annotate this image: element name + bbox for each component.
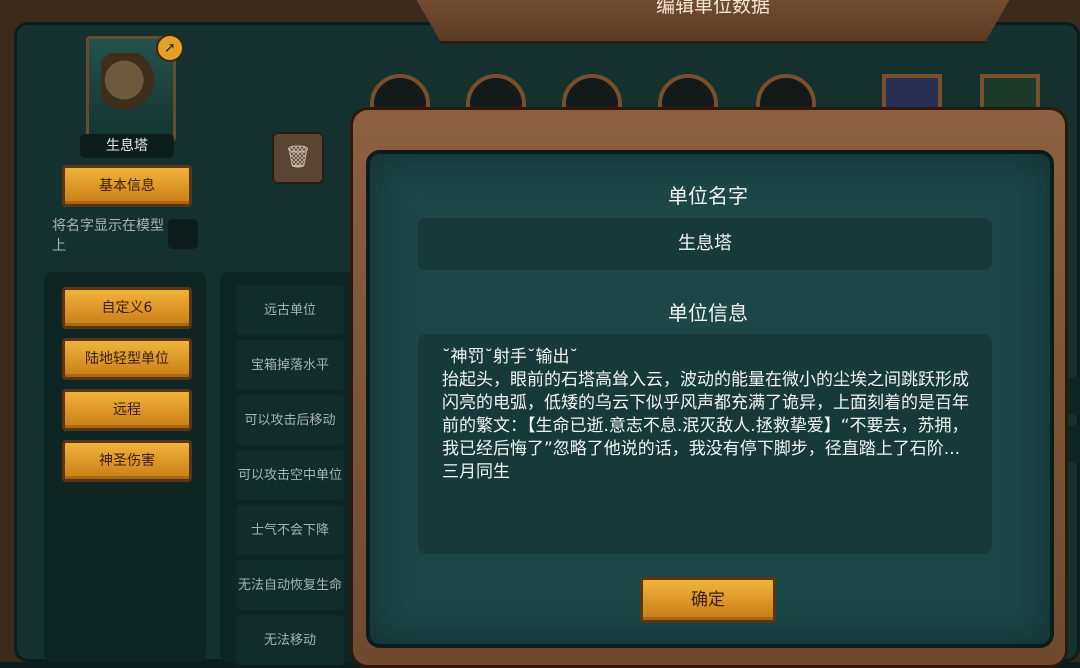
confirm-button[interactable]: 确定 bbox=[640, 577, 776, 623]
show-name-label: 将名字显示在模型上 bbox=[52, 218, 164, 254]
settings-badge-icon[interactable]: ➚ bbox=[156, 34, 184, 62]
window-title: 编辑单位数据 bbox=[405, 0, 1021, 44]
show-name-checkbox[interactable] bbox=[168, 219, 198, 249]
attribute-row[interactable]: 宝箱掉落水平 bbox=[236, 340, 344, 390]
category-button-1[interactable]: 自定义6 bbox=[62, 287, 192, 329]
unit-name-label: 生息塔 bbox=[80, 134, 174, 158]
basic-info-button[interactable]: 基本信息 bbox=[62, 165, 192, 207]
category-button-2[interactable]: 陆地轻型单位 bbox=[62, 338, 192, 380]
attribute-row[interactable]: 无法自动恢复生命 bbox=[236, 560, 344, 610]
unit-info-heading: 单位信息 bbox=[668, 301, 748, 325]
category-button-3[interactable]: 远程 bbox=[62, 389, 192, 431]
attribute-row[interactable]: 可以攻击后移动 bbox=[236, 395, 344, 445]
attribute-row[interactable]: 远古单位 bbox=[236, 285, 344, 335]
unit-info-text: ˘神罚˘射手˘输出˘ 抬起头，眼前的石塔高耸入云，波动的能量在微小的尘埃之间跳跃… bbox=[442, 347, 969, 482]
unit-name-heading: 单位名字 bbox=[668, 184, 748, 208]
category-button-4[interactable]: 神圣伤害 bbox=[62, 440, 192, 482]
attribute-row[interactable]: 可以攻击空中单位 bbox=[236, 450, 344, 500]
attribute-row[interactable]: 无法移动 bbox=[236, 615, 344, 665]
attribute-row[interactable]: 士气不会下降 bbox=[236, 505, 344, 555]
unit-name-field[interactable]: 生息塔 bbox=[418, 218, 992, 270]
trash-icon[interactable]: 🗑 bbox=[272, 132, 324, 184]
unit-portrait-icon bbox=[101, 53, 159, 113]
